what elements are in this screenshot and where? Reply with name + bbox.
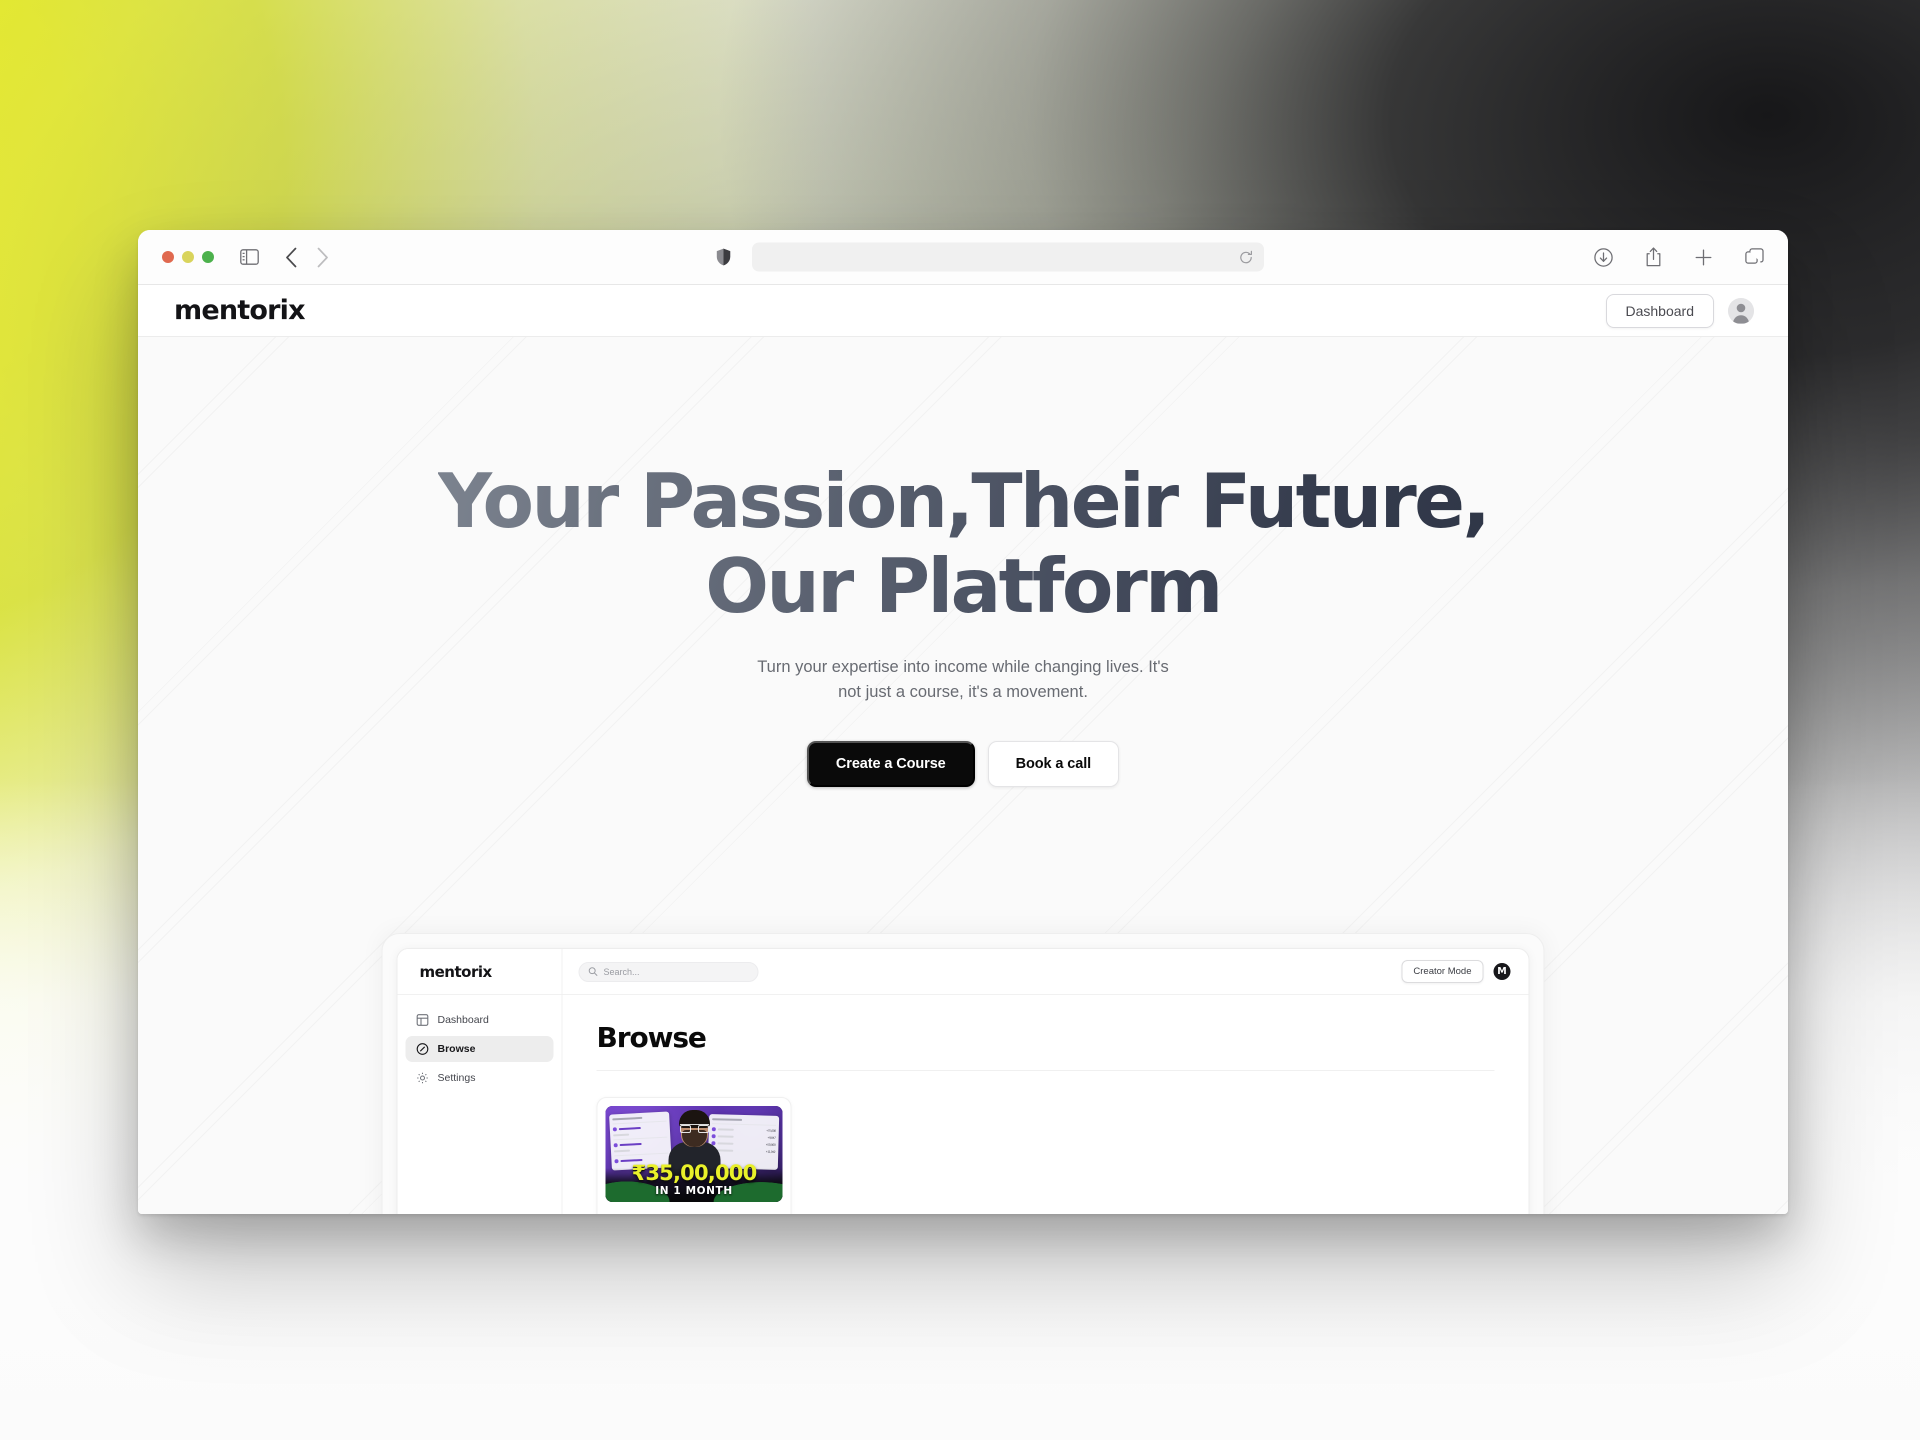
shield-privacy-icon[interactable] (716, 248, 731, 266)
preview-nav: Dashboard Browse Settings (398, 995, 562, 1091)
browse-page-title: Browse (596, 1021, 707, 1054)
close-window-button[interactable] (162, 251, 174, 263)
sidebar-item-dashboard[interactable]: Dashboard (406, 1007, 554, 1033)
search-input[interactable]: Search... (578, 961, 759, 982)
address-bar[interactable] (752, 242, 1264, 272)
share-icon[interactable] (1645, 247, 1662, 267)
book-a-call-button[interactable]: Book a call (987, 740, 1120, 787)
hero-cta-row: Create a Course Book a call (138, 740, 1788, 787)
toolbar-right-icons (1594, 247, 1764, 267)
creator-mode-button[interactable]: Creator Mode (1401, 960, 1484, 983)
course-thumbnail: +75,000 +9,847 +50,000 +11,042 ₹35,00,00… (605, 1106, 783, 1202)
avatar[interactable]: M (1493, 963, 1511, 980)
preview-sidebar: mentorix Dashboard Browse Settings (397, 949, 563, 1214)
preview-main: Search... Creator Mode M Browse +75,000 … (562, 949, 1529, 1214)
search-placeholder: Search... (603, 966, 640, 977)
page-content: Your Passion,Their Future, Our Platform … (138, 337, 1788, 1214)
window-controls (162, 251, 214, 263)
browser-toolbar (138, 230, 1788, 285)
downloads-icon[interactable] (1594, 247, 1613, 267)
reload-icon[interactable] (1239, 250, 1253, 264)
page-title: Your Passion,Their Future, Our Platform (438, 459, 1489, 629)
content-divider (596, 1070, 1495, 1071)
sidebar-item-settings-label: Settings (437, 1072, 476, 1084)
preview-content: Browse +75,000 +9,847 +50,000 +11,042 ₹3… (563, 995, 1529, 1214)
hero-subtitle: Turn your expertise into income while ch… (757, 657, 1169, 701)
compass-icon (416, 1043, 429, 1055)
search-icon (588, 963, 598, 981)
hero-section: Your Passion,Their Future, Our Platform … (138, 337, 1788, 787)
course-title: Freelancing by Harkirat Singh (606, 1213, 783, 1214)
preview-topbar: Search... Creator Mode M (562, 949, 1529, 995)
layout-dashboard-icon (416, 1014, 429, 1026)
sidebar-item-browse-label: Browse (437, 1043, 476, 1055)
tab-overview-icon[interactable] (1745, 247, 1764, 267)
site-header: mentorix Dashboard (138, 285, 1788, 337)
site-logo[interactable]: mentorix (174, 295, 306, 326)
app-preview-bezel: mentorix Dashboard Browse Settings Searc… (381, 933, 1545, 1214)
sidebar-toggle-icon[interactable] (240, 249, 259, 265)
gear-icon (417, 1072, 429, 1084)
preview-logo[interactable]: mentorix (420, 963, 493, 981)
dashboard-button[interactable]: Dashboard (1605, 293, 1714, 328)
app-preview-window: mentorix Dashboard Browse Settings Searc… (396, 948, 1530, 1214)
minimize-window-button[interactable] (182, 251, 194, 263)
hero-heading-line-2: Our Platform (705, 541, 1221, 630)
thumbnail-subtitle: IN 1 MONTH (655, 1185, 733, 1197)
create-a-course-button[interactable]: Create a Course (806, 740, 975, 787)
sidebar-item-browse[interactable]: Browse (405, 1036, 554, 1062)
hero-heading-line-1: Your Passion,Their Future, (437, 457, 1489, 545)
thumbnail-amount: ₹35,00,000 (631, 1161, 758, 1185)
preview-brand-row: mentorix (397, 949, 562, 995)
new-tab-icon[interactable] (1694, 248, 1713, 267)
preview-topbar-actions: Creator Mode M (1401, 960, 1511, 983)
user-avatar-icon[interactable] (1728, 297, 1754, 324)
forward-button[interactable] (316, 247, 329, 268)
course-card[interactable]: +75,000 +9,847 +50,000 +11,042 ₹35,00,00… (596, 1097, 792, 1214)
sidebar-item-settings[interactable]: Settings (406, 1065, 554, 1091)
sidebar-item-dashboard-label: Dashboard (437, 1014, 489, 1026)
maximize-window-button[interactable] (202, 251, 214, 263)
back-button[interactable] (285, 247, 298, 268)
browser-window: mentorix Dashboard Your Passion,Their Fu… (138, 230, 1788, 1214)
site-header-actions: Dashboard (1605, 293, 1754, 328)
